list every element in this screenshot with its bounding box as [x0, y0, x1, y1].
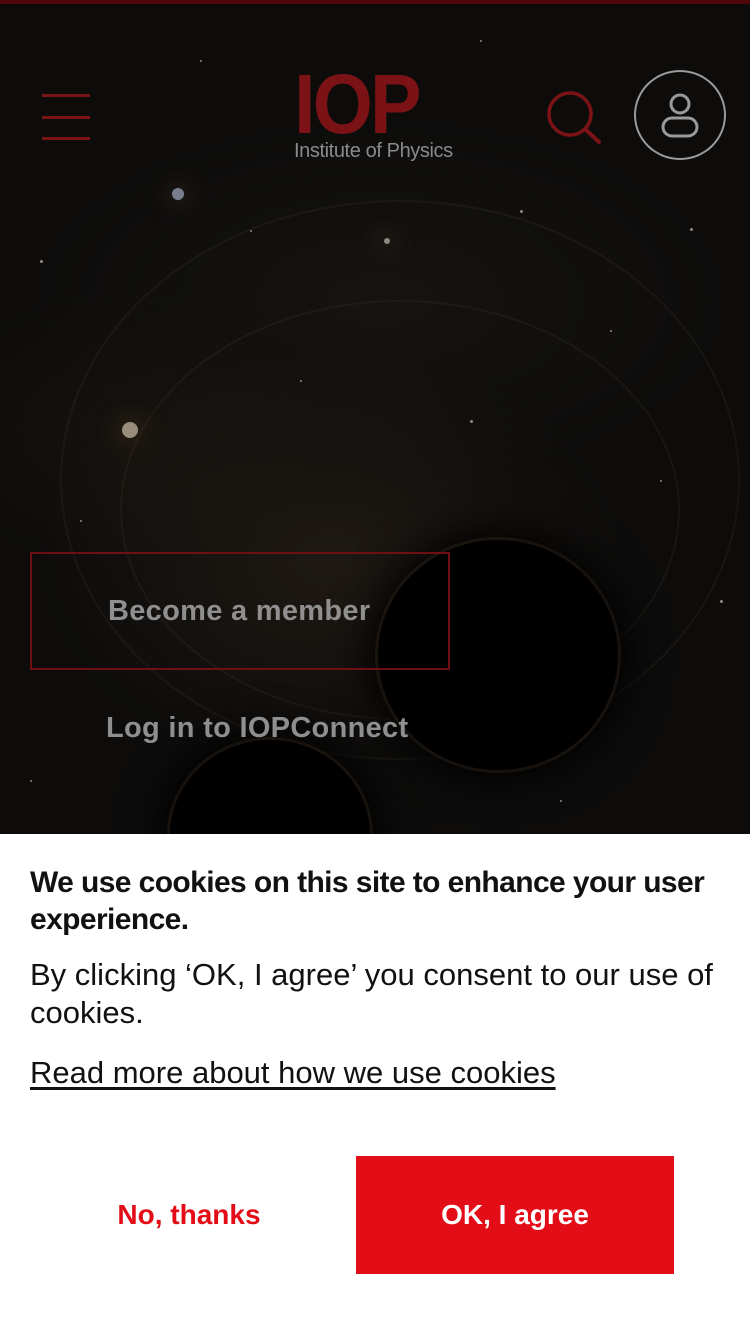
- user-icon: [661, 93, 699, 138]
- search-icon: [547, 91, 601, 144]
- cookie-policy-link[interactable]: Read more about how we use cookies: [30, 1054, 556, 1092]
- logo-wordmark: IOP: [294, 57, 422, 151]
- hero-section: IOP Institute of Physics Become a member…: [0, 0, 750, 834]
- logo-tagline: Institute of Physics: [294, 140, 453, 162]
- account-button[interactable]: [634, 70, 726, 160]
- become-member-button[interactable]: Become a member: [30, 552, 450, 670]
- cookie-body: By clicking ‘OK, I agree’ you consent to…: [30, 957, 713, 1030]
- search-button[interactable]: [544, 88, 604, 146]
- login-label: Log in to IOPConnect: [106, 712, 409, 744]
- menu-button[interactable]: [42, 94, 90, 140]
- login-iopconnect-link[interactable]: Log in to IOPConnect: [106, 712, 408, 745]
- cookie-title: We use cookies on this site to enhance y…: [30, 866, 705, 936]
- cookie-banner: We use cookies on this site to enhance y…: [0, 834, 750, 1334]
- hamburger-icon: [42, 137, 90, 140]
- decline-cookies-button[interactable]: No, thanks: [30, 1156, 348, 1274]
- hamburger-icon: [42, 115, 90, 119]
- become-member-label: Become a member: [108, 594, 371, 627]
- iop-logo[interactable]: IOP Institute of Physics: [294, 57, 456, 166]
- accept-cookies-button[interactable]: OK, I agree: [356, 1156, 674, 1274]
- hamburger-icon: [42, 94, 90, 97]
